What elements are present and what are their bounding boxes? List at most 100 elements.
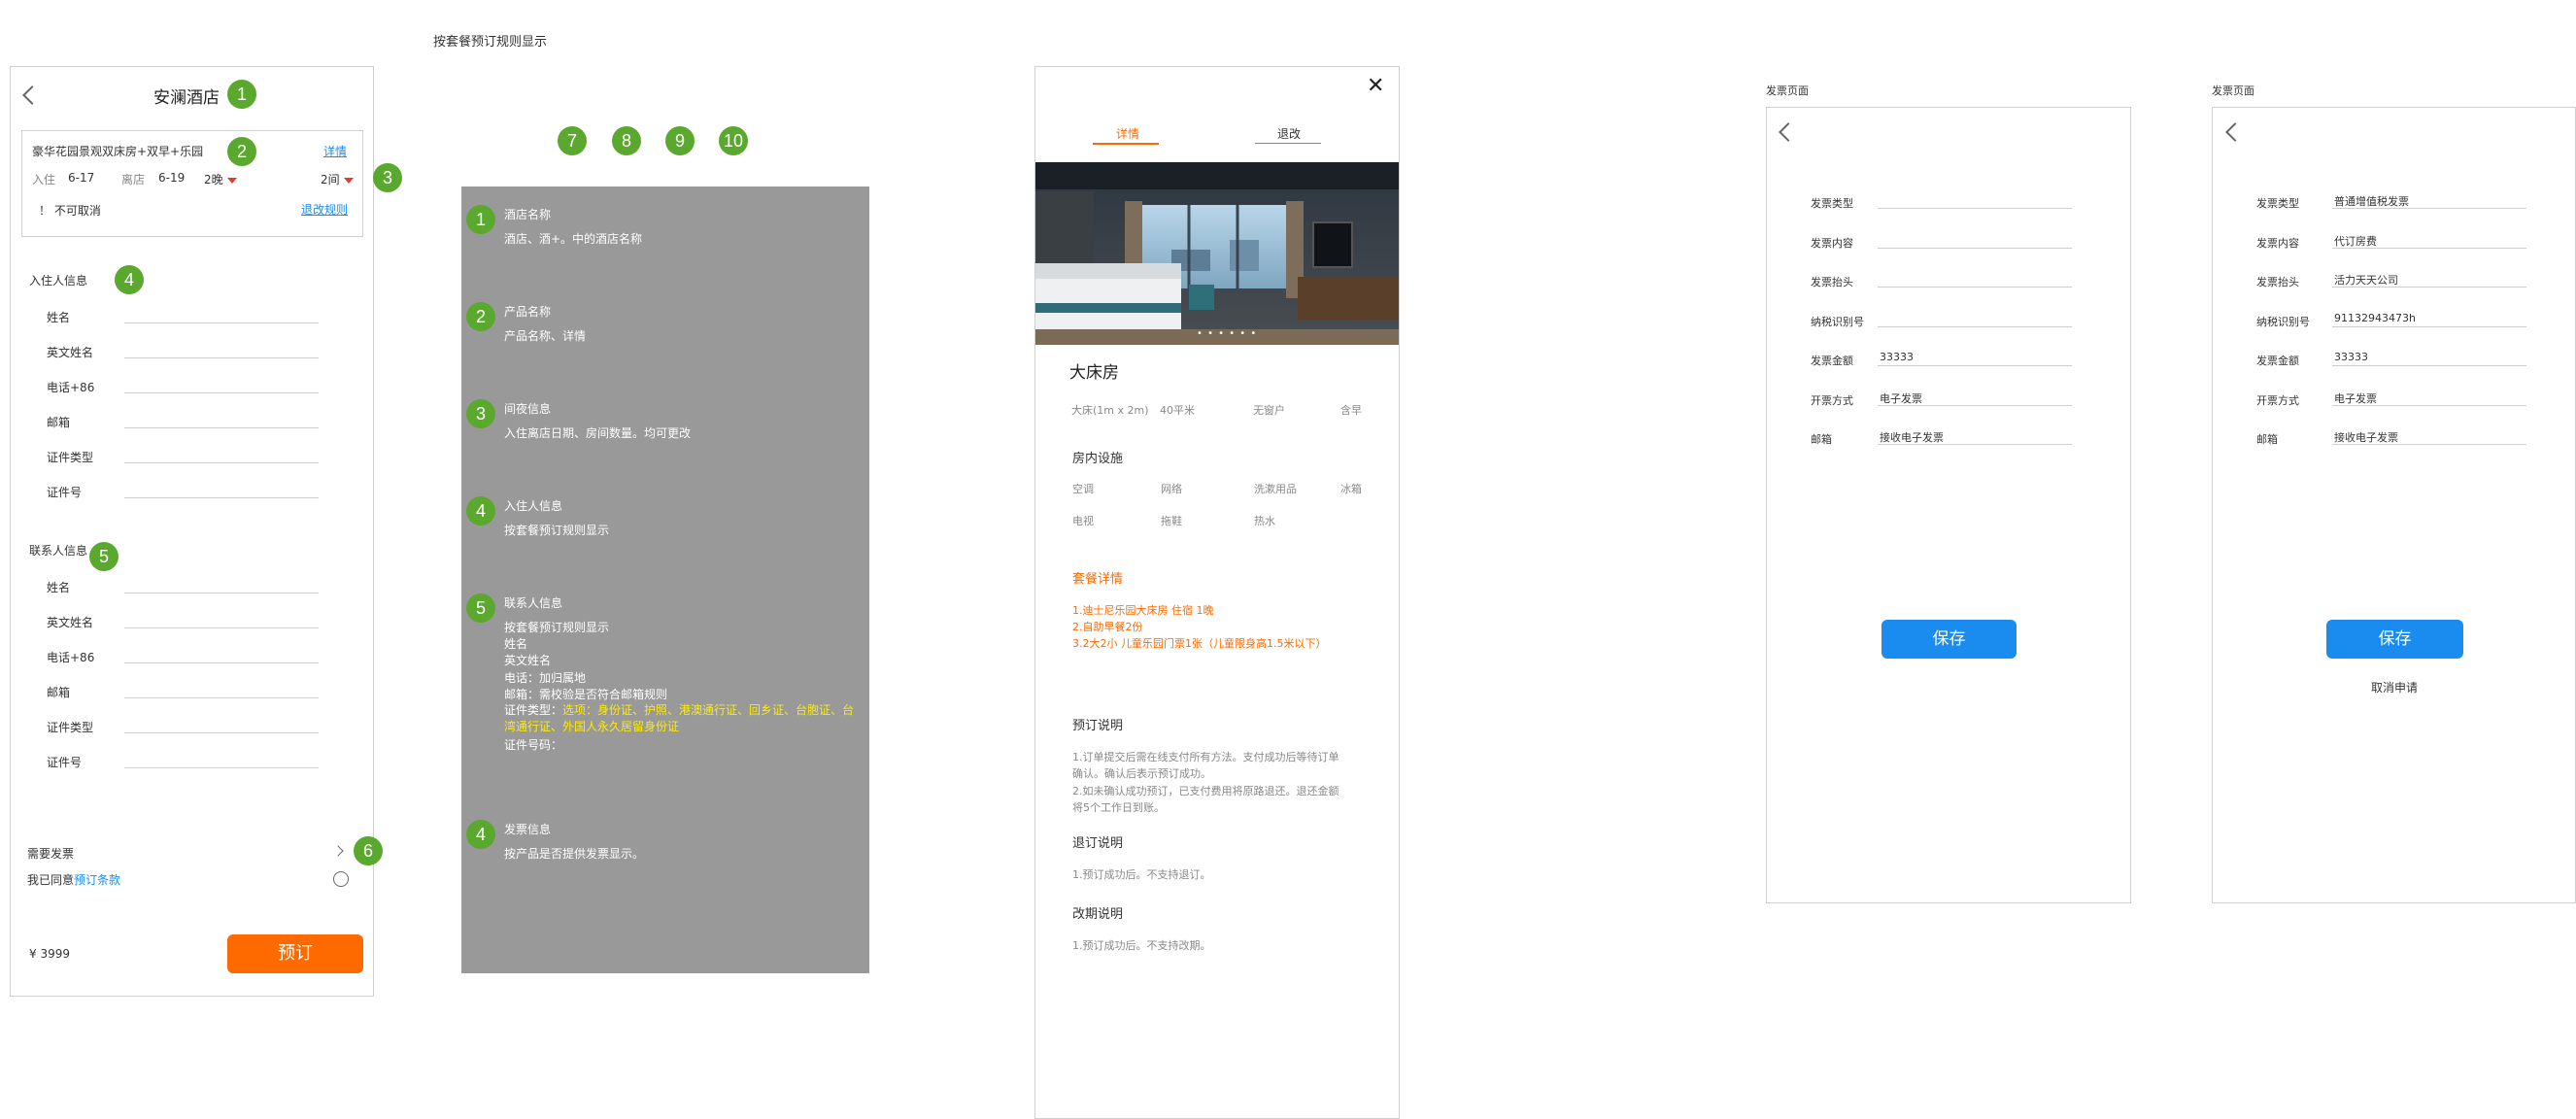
- facility-ac: 空调: [1072, 483, 1094, 495]
- invoice-field-value[interactable]: 普通增值税发票: [2334, 193, 2409, 209]
- note-body-1: 酒店、酒+。中的酒店名称: [504, 232, 643, 246]
- invoice-field-input[interactable]: [1878, 404, 2072, 406]
- guest-field-input[interactable]: [124, 462, 319, 463]
- invoice-a-save-button[interactable]: 保存: [1881, 620, 2017, 659]
- invoice-field-input[interactable]: [1878, 287, 2072, 288]
- invoice-field-value[interactable]: 接收电子发票: [1880, 429, 1944, 445]
- guest-field-input[interactable]: [124, 497, 319, 498]
- detail-link[interactable]: 详情: [323, 143, 347, 159]
- invoice-field-input[interactable]: [2332, 404, 2526, 406]
- invoice-field-input[interactable]: [1878, 365, 2072, 366]
- invoice-field-input[interactable]: [2332, 247, 2526, 249]
- note-body-4: 按套餐预订规则显示: [504, 524, 610, 537]
- room-photo[interactable]: [1035, 162, 1399, 345]
- price: ¥ 3999: [29, 947, 70, 961]
- guest-field-label: 姓名: [47, 311, 71, 324]
- guest-field-input[interactable]: [124, 322, 319, 323]
- invoice-field-input[interactable]: [1878, 208, 2072, 209]
- book-button[interactable]: 预订: [227, 934, 363, 973]
- change-rule-link[interactable]: 退改规则: [301, 201, 348, 218]
- rooms-value: 2间: [321, 173, 340, 186]
- contact-field-label: 电话+86: [47, 651, 95, 664]
- invoice-field-input[interactable]: [2332, 365, 2526, 366]
- agree-prefix: 我已同意: [27, 873, 75, 887]
- room-spec-window: 无窗户: [1253, 404, 1285, 417]
- invoice-field-input[interactable]: [2332, 287, 2526, 288]
- invoice-field-input[interactable]: [2332, 325, 2526, 327]
- note-badge-1: 1: [466, 205, 495, 234]
- invoice-field-value[interactable]: 接收电子发票: [2334, 429, 2398, 445]
- invoice-b-cancel-link[interactable]: 取消申请: [2371, 679, 2418, 695]
- note-badge-5: 5: [466, 593, 495, 623]
- id-type-prefix: 证件类型：: [504, 703, 563, 717]
- note-5-line-3: 英文姓名: [504, 654, 552, 667]
- contact-field-label: 姓名: [47, 581, 71, 594]
- invoice-field-label: 邮箱: [2256, 433, 2278, 446]
- note-badge-4: 4: [466, 496, 495, 526]
- invoice-field-label: 纳税识别号: [2256, 315, 2310, 328]
- contact-field-input[interactable]: [124, 767, 319, 768]
- refund-title: 退订说明: [1072, 836, 1124, 851]
- invoice-field-input[interactable]: [2332, 444, 2526, 445]
- terms-link[interactable]: 预订条款: [74, 873, 120, 887]
- note-title-4: 入住人信息: [504, 499, 563, 513]
- contact-field-label: 邮箱: [47, 686, 71, 699]
- facility-tv: 电视: [1072, 515, 1094, 527]
- invoice-toggle-label[interactable]: 需要发票: [27, 845, 74, 862]
- agree-radio[interactable]: [333, 871, 349, 887]
- contact-field-input[interactable]: [124, 627, 319, 628]
- invoice-field-label: 发票抬头: [2256, 276, 2299, 288]
- invoice-field-label: 发票内容: [1811, 236, 1853, 250]
- invoice-b-save-button[interactable]: 保存: [2326, 620, 2463, 659]
- facility-network: 网络: [1161, 483, 1182, 495]
- invoice-field-input[interactable]: [2332, 208, 2526, 209]
- facility-hot-water: 热水: [1254, 515, 1275, 527]
- modify-text: 1.预订成功后。不支持改期。: [1072, 939, 1211, 952]
- invoice-field-input[interactable]: [1878, 325, 2072, 327]
- invoice-field-value[interactable]: 活力天天公司: [2334, 272, 2398, 288]
- invoice-field-value[interactable]: 33333: [2334, 351, 2368, 363]
- close-icon[interactable]: ✕: [1367, 74, 1384, 98]
- guest-field-label: 英文姓名: [47, 346, 94, 359]
- package-item-2: 2.自助早餐2份: [1072, 621, 1143, 633]
- contact-field-input[interactable]: [124, 732, 319, 733]
- room-spec-area: 40平米: [1160, 404, 1195, 417]
- badge-8: 8: [612, 126, 641, 155]
- tab-detail[interactable]: 详情: [1116, 125, 1139, 142]
- rooms-select[interactable]: 2间: [321, 171, 354, 187]
- checkin-date[interactable]: 6-17: [68, 171, 94, 185]
- invoice-b-caption: 发票页面: [2212, 85, 2254, 97]
- checkin-label: 入住: [32, 173, 56, 186]
- checkout-date[interactable]: 6-19: [158, 171, 185, 185]
- contact-field-input[interactable]: [124, 697, 319, 698]
- cancel-note: ！ 不可取消: [39, 204, 101, 218]
- note-5-line-4: 电话：加归属地: [504, 671, 587, 685]
- badge-3: 3: [373, 163, 402, 192]
- invoice-field-value[interactable]: 电子发票: [2334, 390, 2377, 406]
- note-title-6: 发票信息: [504, 823, 552, 836]
- top-note: 按套餐预订规则显示: [433, 35, 548, 50]
- invoice-field-input[interactable]: [1878, 444, 2072, 445]
- note-badge-3: 3: [466, 399, 495, 428]
- guest-field-input[interactable]: [124, 427, 319, 428]
- tab-detail-underline: [1093, 143, 1159, 145]
- carousel-dots[interactable]: • • • • • •: [1197, 328, 1257, 339]
- invoice-field-input[interactable]: [1878, 247, 2072, 249]
- invoice-field-label: 发票内容: [2256, 236, 2299, 250]
- invoice-field-value[interactable]: 电子发票: [1880, 390, 1922, 406]
- invoice-field-value[interactable]: 91132943473h: [2334, 312, 2416, 324]
- guest-field-label: 邮箱: [47, 416, 71, 429]
- guest-field-label: 电话+86: [47, 381, 95, 394]
- invoice-field-label: 邮箱: [1811, 433, 1832, 446]
- nights-select[interactable]: 2晚: [204, 171, 237, 187]
- invoice-b-screen: [2212, 107, 2576, 903]
- guest-field-input[interactable]: [124, 392, 319, 393]
- contact-field-label: 证件号: [47, 756, 83, 769]
- checkout-label: 离店: [121, 173, 146, 186]
- modify-title: 改期说明: [1072, 907, 1124, 922]
- invoice-field-value[interactable]: 33333: [1880, 351, 1914, 363]
- guest-field-input[interactable]: [124, 357, 319, 358]
- contact-field-input[interactable]: [124, 662, 319, 663]
- tab-refund[interactable]: 退改: [1277, 125, 1301, 142]
- invoice-field-value[interactable]: 代订房费: [2334, 233, 2377, 249]
